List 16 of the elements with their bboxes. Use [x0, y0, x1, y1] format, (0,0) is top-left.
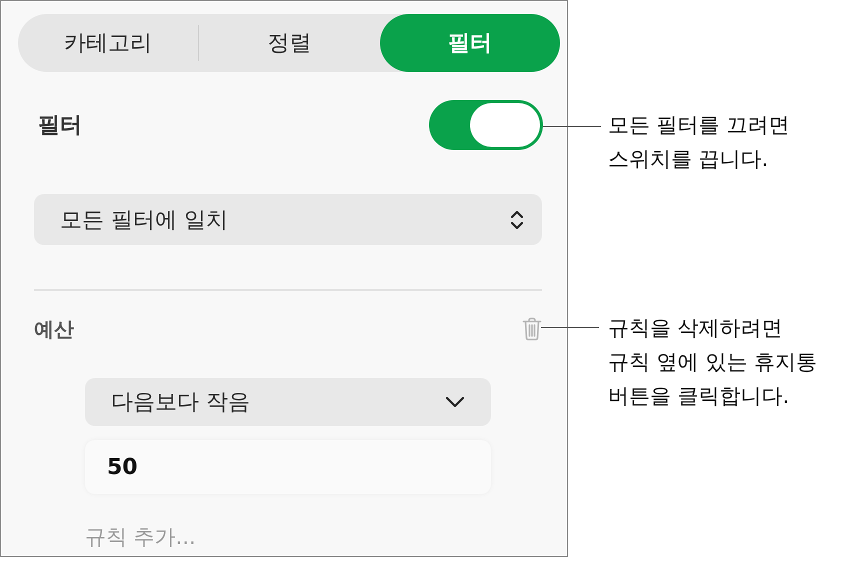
rule-column-label: 예산: [34, 316, 74, 342]
toggle-switch[interactable]: [429, 100, 543, 150]
match-dropdown[interactable]: 모든 필터에 일치: [34, 194, 542, 245]
leader-line: [541, 327, 599, 328]
tab[interactable]: 카테고리: [18, 14, 198, 72]
condition-dropdown[interactable]: 다음보다 작음: [85, 378, 491, 426]
up-down-chevron-icon: [510, 208, 524, 230]
leader-line: [543, 126, 601, 127]
tab[interactable]: 정렬: [199, 14, 380, 72]
trash-icon: [522, 317, 542, 341]
value-field[interactable]: 50: [85, 440, 491, 494]
chevron-down-icon: [445, 396, 465, 408]
filter-label: 필터: [38, 112, 82, 140]
callout-text: 모든 필터를 끄려면 스위치를 끕니다.: [608, 112, 790, 173]
callout-text: 규칙을 삭제하려면 규칙 옆에 있는 휴지통 버튼을 클릭합니다.: [608, 315, 818, 410]
delete-rule-button[interactable]: [522, 317, 542, 341]
